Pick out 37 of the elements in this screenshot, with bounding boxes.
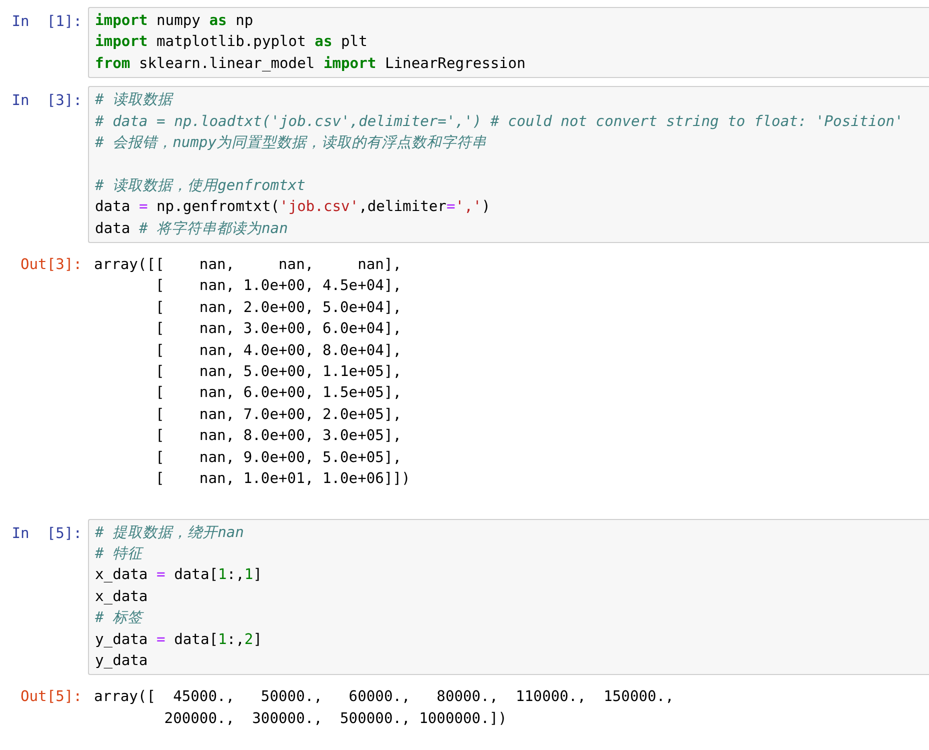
code-cell[interactable] <box>88 86 929 244</box>
output-line: [ nan, 7.0e+00, 2.0e+05], <box>154 404 402 425</box>
output-line: array([[ nan, nan, nan], <box>94 255 402 276</box>
code-line: # 特征 <box>95 544 143 564</box>
output-line: array([ 45000., 50000., 60000., 80000., 110000., 150000., <box>94 687 674 708</box>
code-line: import numpy as np <box>95 11 254 31</box>
code-line: # 提取数据，绕开nan <box>95 522 244 543</box>
code-cell[interactable]: # 提取数据，绕开nan # 特征 x_data = data[1:,1] x_data # 标签 y_data = data[1:,2] y_data <box>88 518 929 676</box>
output-line: [ nan, 9.0e+00, 5.0e+05], <box>154 448 402 468</box>
code-line: x_data <box>95 586 148 607</box>
output-line: [ nan, 2.0e+00, 5.0e+04], <box>154 298 402 318</box>
output-line: [ nan, 6.0e+00, 1.5e+05], <box>154 383 402 404</box>
output-prompt: Out[3]: <box>19 255 83 276</box>
output-prompt: Out[5]: <box>19 687 83 708</box>
output-line: [ nan, 1.0e+00, 4.5e+04], <box>154 276 402 296</box>
code-line: # 读取数据，使用genfromtxt <box>95 176 306 196</box>
code-line: y_data = data[1:,2] <box>95 630 262 650</box>
code-line: y_data <box>95 650 148 671</box>
input-prompt: In [5]: <box>10 524 83 544</box>
output-line: [ nan, 8.0e+00, 3.0e+05], <box>154 426 402 446</box>
code-line: # 标签 <box>95 608 143 628</box>
input-prompt: In [3]: <box>10 91 83 112</box>
input-prompt: In [1]: <box>10 12 83 32</box>
output-line: [ nan, 5.0e+00, 1.1e+05], <box>154 362 402 382</box>
code-line: data # 将字符串都读为nan <box>95 218 288 239</box>
code-cell[interactable]: import numpy as np import matplotlib.pyplot as plt from sklearn.linear_model import LinearRegression <box>88 7 929 78</box>
code-line: x_data = data[1:,1] <box>95 565 262 586</box>
code-line: # 会报错，numpy为同置型数据，读取的有浮点数和字符串 <box>95 133 487 154</box>
output-line: 200000., 300000., 500000., 1000000.]) <box>163 708 507 729</box>
output-line: [ nan, 3.0e+00, 6.0e+04], <box>154 319 402 340</box>
output-line: [ nan, 1.0e+01, 1.0e+06]]) <box>154 469 410 490</box>
output-line: [ nan, 4.0e+00, 8.0e+04], <box>154 340 402 361</box>
code-line: from sklearn.linear_model import LinearRegression <box>95 54 526 74</box>
code-line: import matplotlib.pyplot as plt <box>95 32 368 52</box>
code-line: data = np.genfromtxt('job.csv',delimiter=',') <box>95 197 490 218</box>
code-line: # 读取数据 <box>95 90 173 110</box>
code-line: # data = np.loadtxt('job.csv',delimiter=',') # could not convert string to float: 'Position' <box>95 112 904 132</box>
